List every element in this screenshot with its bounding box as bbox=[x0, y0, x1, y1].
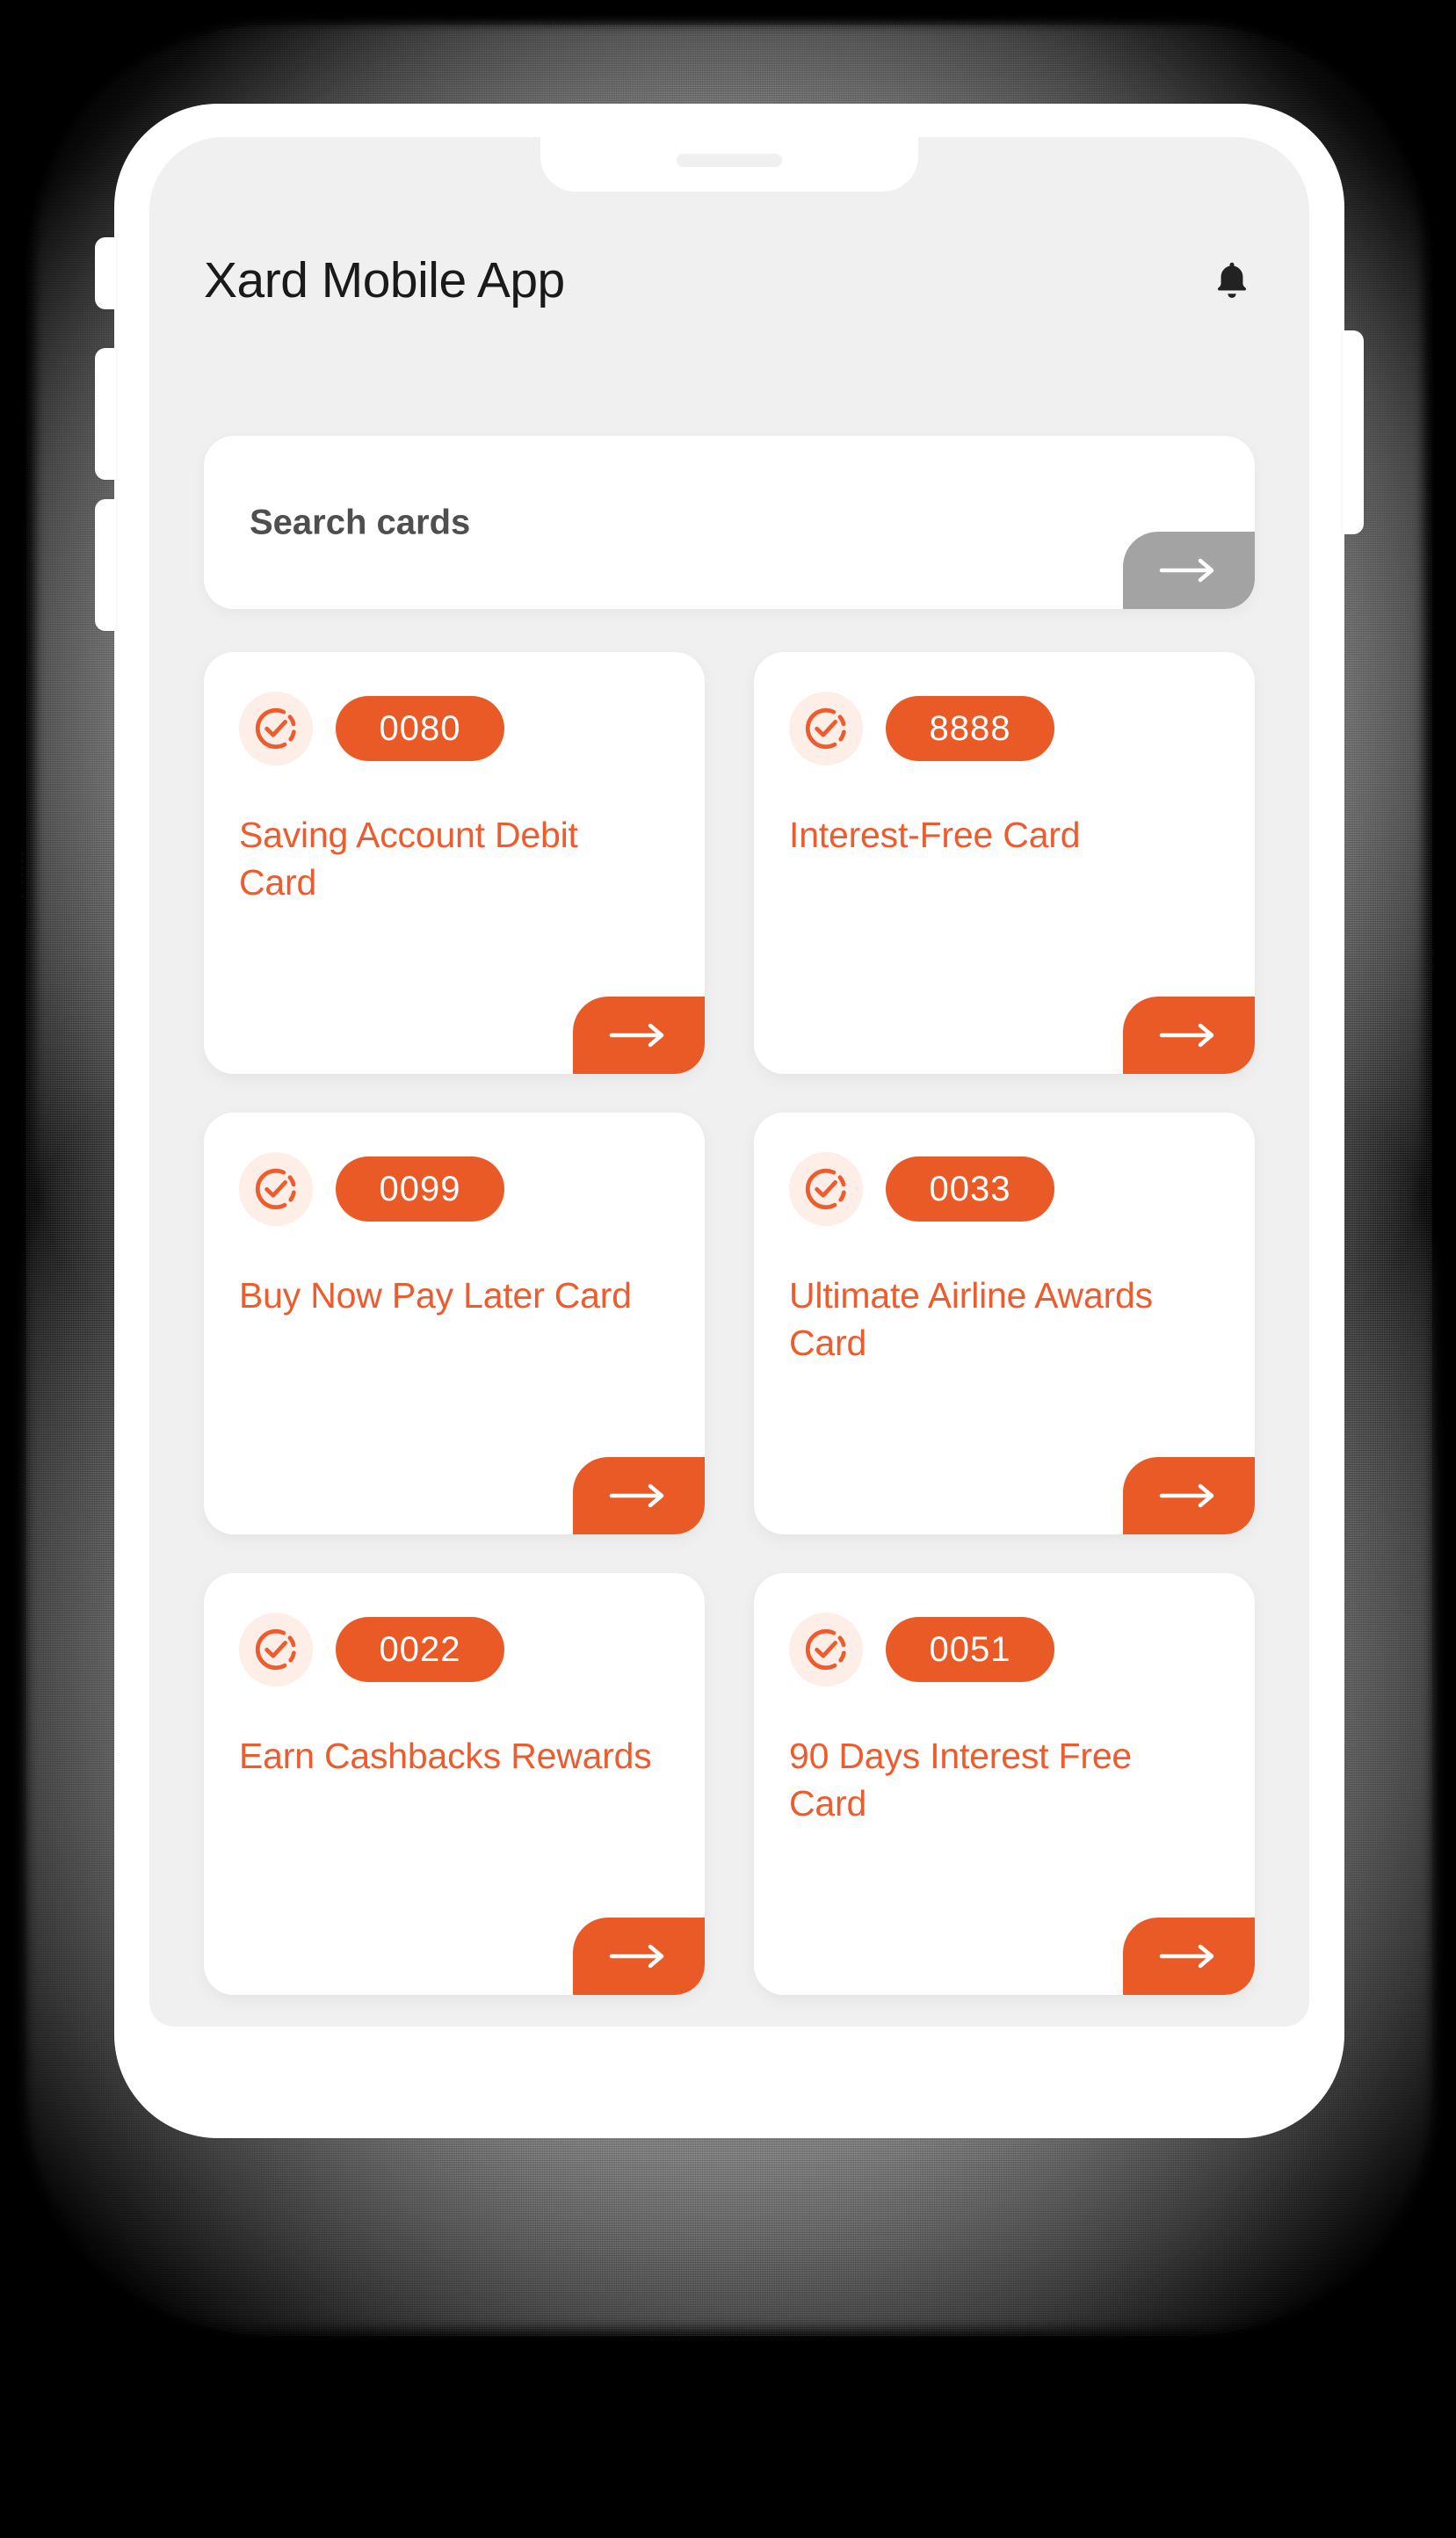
card-header: 0099 bbox=[204, 1113, 705, 1226]
card-number-badge: 0080 bbox=[336, 696, 504, 761]
search-bar[interactable] bbox=[204, 436, 1255, 609]
check-circle-dashed-icon bbox=[789, 1613, 863, 1686]
card-number-badge: 0099 bbox=[336, 1157, 504, 1222]
card-item-4[interactable]: 0022 Earn Cashbacks Rewards bbox=[204, 1573, 705, 1995]
page-root: Xard Mobile App Search cards 0080 Saving… bbox=[0, 0, 1456, 2538]
card-number-badge: 8888 bbox=[886, 696, 1054, 761]
volume-down-button[interactable] bbox=[95, 499, 116, 631]
card-header: 0051 bbox=[754, 1573, 1255, 1686]
card-title: Ultimate Airline Awards Card bbox=[789, 1275, 1153, 1364]
arrow-right-icon bbox=[1156, 1942, 1221, 1970]
earpiece-speaker bbox=[677, 154, 782, 167]
card-item-5[interactable]: 0051 90 Days Interest Free Card bbox=[754, 1573, 1255, 1995]
check-circle-dashed-icon bbox=[239, 1613, 313, 1686]
card-item-3[interactable]: 0033 Ultimate Airline Awards Card bbox=[754, 1113, 1255, 1534]
card-open-button[interactable] bbox=[1123, 997, 1255, 1074]
check-circle-dashed-icon bbox=[789, 692, 863, 765]
arrow-right-icon bbox=[606, 1482, 671, 1510]
card-open-button[interactable] bbox=[573, 1918, 705, 1995]
page-title: Xard Mobile App bbox=[204, 252, 565, 308]
phone-screen: Xard Mobile App Search cards 0080 Saving… bbox=[149, 137, 1309, 2027]
card-title: Buy Now Pay Later Card bbox=[239, 1275, 632, 1316]
card-number-badge: 0022 bbox=[336, 1617, 504, 1682]
card-header: 8888 bbox=[754, 652, 1255, 765]
power-button[interactable] bbox=[1343, 330, 1364, 534]
check-circle-dashed-icon bbox=[239, 692, 313, 765]
arrow-right-icon bbox=[1156, 1021, 1221, 1049]
card-open-button[interactable] bbox=[1123, 1457, 1255, 1534]
silent-switch[interactable] bbox=[95, 237, 116, 309]
card-title: Saving Account Debit Card bbox=[239, 815, 578, 903]
arrow-right-icon bbox=[1156, 556, 1221, 584]
search-submit-button[interactable] bbox=[1123, 532, 1255, 609]
card-header: 0033 bbox=[754, 1113, 1255, 1226]
bell-icon[interactable] bbox=[1209, 257, 1255, 306]
card-title: 90 Days Interest Free Card bbox=[789, 1736, 1133, 1824]
arrow-right-icon bbox=[606, 1942, 671, 1970]
card-item-1[interactable]: 8888 Interest-Free Card bbox=[754, 652, 1255, 1074]
card-header: 0022 bbox=[204, 1573, 705, 1686]
card-title: Interest-Free Card bbox=[789, 815, 1081, 855]
arrow-right-icon bbox=[1156, 1482, 1221, 1510]
card-item-0[interactable]: 0080 Saving Account Debit Card bbox=[204, 652, 705, 1074]
app-header: Xard Mobile App bbox=[149, 256, 1309, 306]
card-open-button[interactable] bbox=[573, 1457, 705, 1534]
card-open-button[interactable] bbox=[573, 997, 705, 1074]
check-circle-dashed-icon bbox=[789, 1152, 863, 1226]
check-circle-dashed-icon bbox=[239, 1152, 313, 1226]
card-grid: 0080 Saving Account Debit Card 8888 Inte… bbox=[204, 652, 1255, 1995]
card-header: 0080 bbox=[204, 652, 705, 765]
card-title: Earn Cashbacks Rewards bbox=[239, 1736, 652, 1776]
notch bbox=[540, 137, 918, 192]
arrow-right-icon bbox=[606, 1021, 671, 1049]
card-number-badge: 0033 bbox=[886, 1157, 1054, 1222]
card-number-badge: 0051 bbox=[886, 1617, 1054, 1682]
phone-device: Xard Mobile App Search cards 0080 Saving… bbox=[95, 104, 1364, 2138]
card-open-button[interactable] bbox=[1123, 1918, 1255, 1995]
volume-up-button[interactable] bbox=[95, 348, 116, 480]
card-item-2[interactable]: 0099 Buy Now Pay Later Card bbox=[204, 1113, 705, 1534]
search-input[interactable] bbox=[250, 503, 865, 542]
